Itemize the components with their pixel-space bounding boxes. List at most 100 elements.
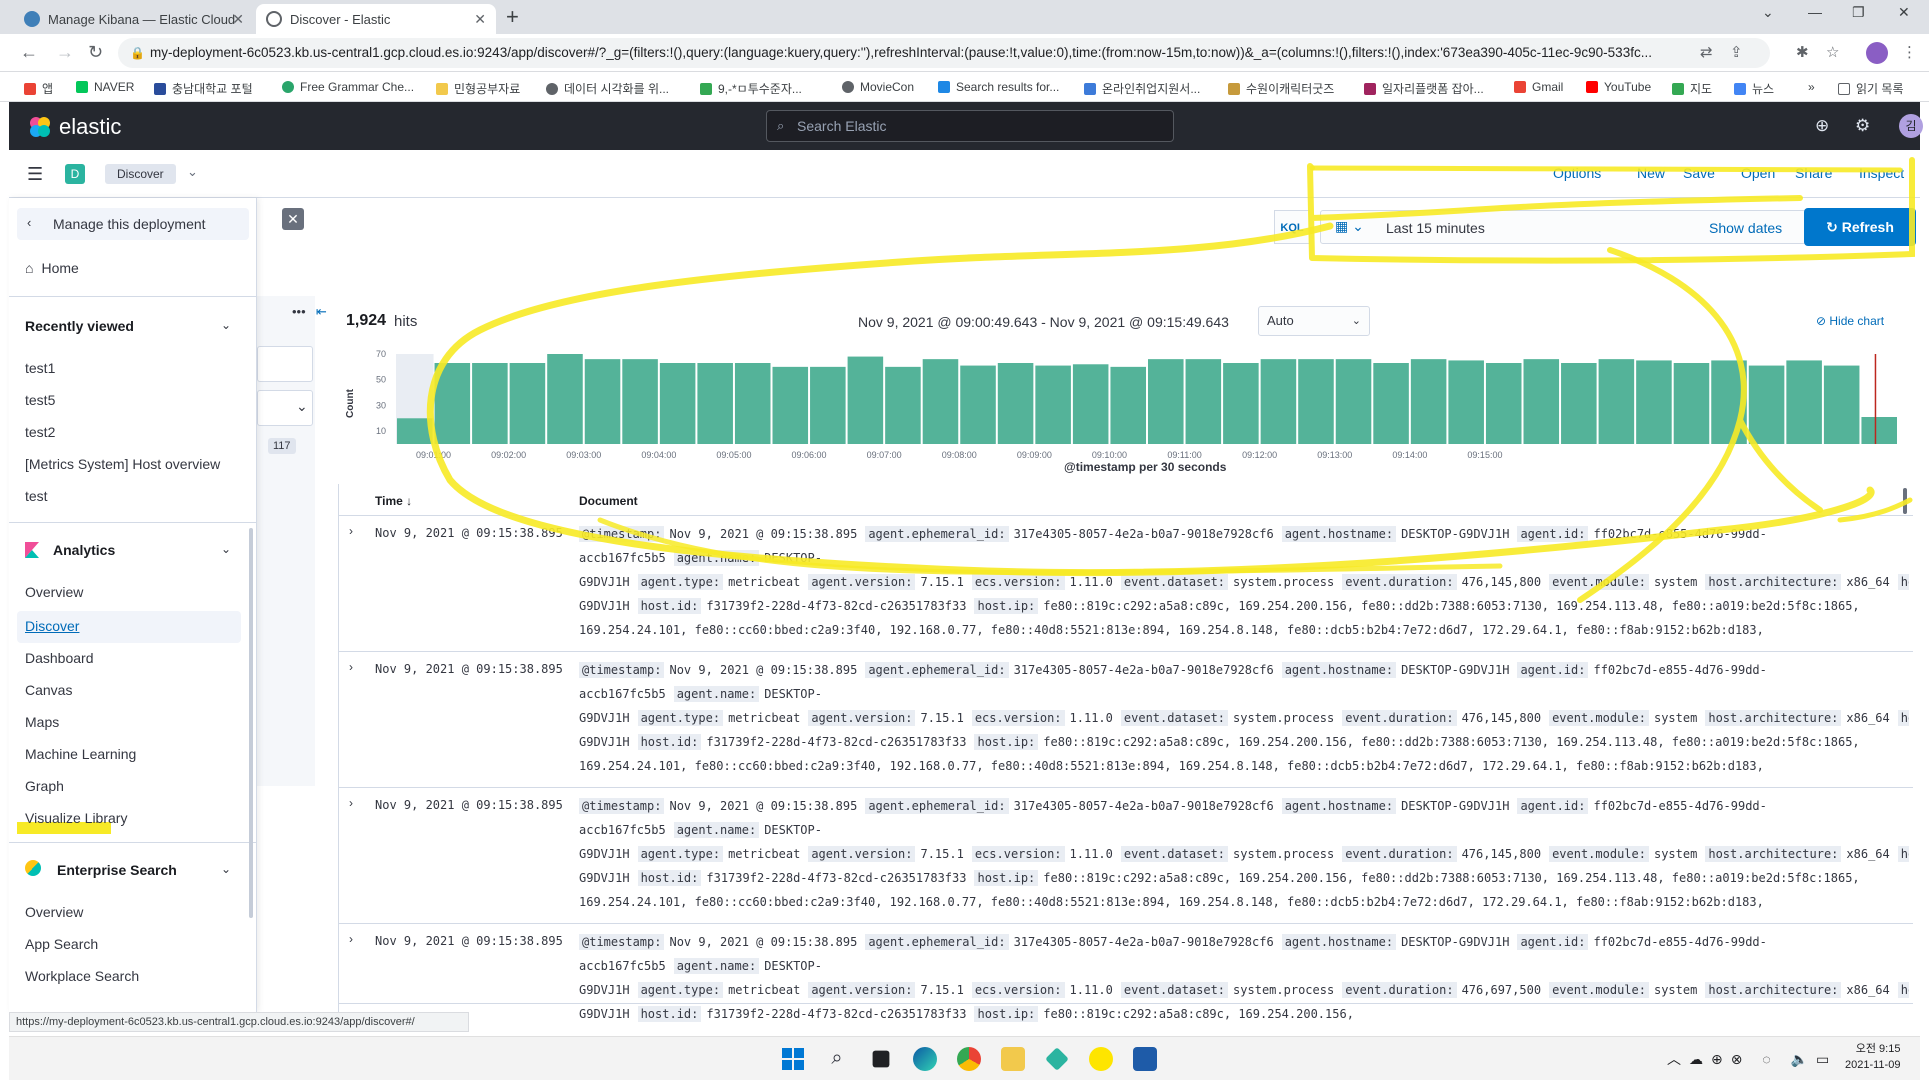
histogram-bar[interactable]: [1485, 363, 1522, 444]
expand-row-icon[interactable]: ›: [349, 524, 353, 538]
histogram-bar[interactable]: [1786, 360, 1822, 444]
sort-down-icon[interactable]: ↓: [403, 494, 412, 508]
hide-chart-button[interactable]: ⊘ Hide chart: [1816, 314, 1884, 328]
more-icon[interactable]: •••: [292, 304, 306, 319]
bookmark-data-viz[interactable]: 데이터 시각화를 위...: [546, 80, 669, 97]
histogram-bar[interactable]: [772, 366, 809, 444]
chevron-down-icon[interactable]: ⌄: [221, 862, 231, 876]
histogram-bar[interactable]: [1448, 360, 1484, 444]
chevron-down-icon[interactable]: ⌄: [187, 164, 198, 180]
time-range-label[interactable]: Last 15 minutes: [1386, 220, 1485, 236]
histogram-bar[interactable]: [1335, 359, 1372, 444]
expand-row-icon[interactable]: ›: [349, 660, 353, 674]
histogram-bar[interactable]: [1260, 359, 1297, 444]
task-view-icon[interactable]: [872, 1050, 890, 1068]
refresh-button[interactable]: ↻ Refresh: [1804, 208, 1916, 246]
minimize-icon[interactable]: —: [1808, 4, 1822, 20]
histogram-bar[interactable]: [1823, 365, 1860, 444]
nav-workplace-search[interactable]: Workplace Search: [25, 968, 139, 984]
bookmark-folder-study[interactable]: 민형공부자료: [436, 80, 520, 97]
nav-visualize-library[interactable]: Visualize Library: [25, 810, 127, 826]
nav-maps[interactable]: Maps: [25, 714, 59, 730]
browser-menu-icon[interactable]: ⋮: [1902, 43, 1917, 61]
translate-icon[interactable]: ⇄: [1700, 43, 1713, 61]
histogram-bar[interactable]: [734, 363, 771, 444]
expand-row-icon[interactable]: ›: [349, 932, 353, 946]
elastic-logo[interactable]: elastic: [27, 114, 121, 140]
histogram-bar[interactable]: [1636, 360, 1672, 444]
histogram-bar[interactable]: [1711, 360, 1747, 444]
bookmark-heart[interactable]: 9,-*ㅁ투수준자...: [700, 80, 802, 97]
nav-analytics-overview[interactable]: Overview: [25, 584, 83, 600]
bookmark-suwon[interactable]: 수원이캐릭터굿즈: [1228, 80, 1334, 97]
save-link[interactable]: Save: [1683, 165, 1715, 181]
table-scrollbar[interactable]: [1903, 488, 1907, 514]
histogram-bar[interactable]: [547, 354, 583, 444]
new-link[interactable]: New: [1637, 165, 1665, 181]
histogram-bar[interactable]: [1561, 363, 1597, 444]
expand-row-icon[interactable]: ›: [349, 796, 353, 810]
histogram-bar[interactable]: [1598, 359, 1635, 444]
extensions-icon[interactable]: ✱: [1796, 43, 1809, 61]
bookmark-search-results[interactable]: Search results for...: [938, 80, 1059, 94]
enterprise-search-title[interactable]: Enterprise Search: [57, 862, 177, 878]
chevron-down-icon[interactable]: ⌄: [221, 542, 231, 556]
date-picker[interactable]: ▦ ⌄ Last 15 minutes Show dates: [1320, 210, 1806, 244]
kakaotalk-icon[interactable]: [1089, 1047, 1113, 1071]
recent-item[interactable]: [Metrics System] Host overview: [25, 456, 220, 472]
recent-item[interactable]: test: [25, 488, 48, 504]
histogram-bar[interactable]: [847, 356, 884, 444]
url-field[interactable]: 🔒 my-deployment-6c0523.kb.us-central1.gc…: [118, 38, 1770, 68]
recent-item[interactable]: test1: [25, 360, 55, 376]
space-badge[interactable]: D: [65, 164, 85, 184]
chevron-down-icon[interactable]: ⌄: [296, 398, 308, 415]
browser-tab-discover[interactable]: Discover - Elastic ✕: [256, 4, 496, 34]
reload-icon[interactable]: ↻: [88, 42, 103, 63]
histogram-bar[interactable]: [1298, 359, 1334, 444]
bookmark-maps[interactable]: 지도: [1672, 80, 1712, 97]
chevron-down-icon[interactable]: ⌄: [221, 318, 231, 332]
collapse-icon[interactable]: ⇤: [316, 304, 327, 320]
bookmark-job-platform[interactable]: 일자리플랫폼 잡아...: [1364, 80, 1484, 97]
histogram-bar[interactable]: [659, 363, 696, 444]
bookmark-star-icon[interactable]: ☆: [1826, 43, 1839, 61]
histogram-bar[interactable]: [997, 363, 1034, 444]
more-bookmarks-icon[interactable]: »: [1808, 80, 1815, 94]
bookmark-online-apply[interactable]: 온라인취업지원서...: [1084, 80, 1200, 97]
field-search-input[interactable]: [257, 346, 313, 382]
histogram-chart[interactable]: 70 50 30 10 09:01:00 09:02:00 09:03:00 09:04:00…: [338, 342, 1912, 462]
taskbar-search-icon[interactable]: ⌕: [825, 1047, 849, 1071]
calendar-icon[interactable]: ▦ ⌄: [1335, 218, 1364, 235]
close-tab-icon[interactable]: ✕: [232, 11, 244, 28]
histogram-bar[interactable]: [1072, 364, 1109, 444]
bookmark-naver[interactable]: NAVER: [76, 80, 134, 94]
histogram-bar[interactable]: [697, 363, 733, 444]
close-flyout-button[interactable]: ✕: [282, 208, 304, 230]
news-feed-icon[interactable]: ⚙: [1855, 116, 1870, 136]
histogram-bar[interactable]: [1035, 365, 1071, 444]
histogram-bar[interactable]: [810, 366, 846, 444]
histogram-bar[interactable]: [1223, 363, 1259, 444]
bookmark-gmail[interactable]: Gmail: [1514, 80, 1563, 94]
histogram-bar[interactable]: [472, 363, 508, 444]
recent-item[interactable]: test5: [25, 392, 55, 408]
show-dates-link[interactable]: Show dates: [1709, 220, 1782, 236]
nav-discover[interactable]: Discover: [25, 618, 79, 634]
table-row[interactable]: › Nov 9, 2021 @ 09:15:38.895 @timestamp: No…: [339, 652, 1913, 788]
interval-select[interactable]: Auto ⌄: [1258, 306, 1370, 336]
tab-search-icon[interactable]: ⌄: [1762, 4, 1774, 21]
forward-icon[interactable]: →: [56, 42, 74, 63]
table-row[interactable]: › Nov 9, 2021 @ 09:15:38.895 @timestamp: No…: [339, 924, 1913, 1022]
histogram-bar[interactable]: [1110, 366, 1146, 444]
share-link[interactable]: Share: [1795, 165, 1832, 181]
recently-viewed-title[interactable]: Recently viewed: [25, 318, 134, 334]
recent-item[interactable]: test2: [25, 424, 55, 440]
home-link[interactable]: ⌂ Home: [25, 260, 79, 278]
app-icon[interactable]: [1045, 1047, 1069, 1071]
chrome-icon[interactable]: [957, 1047, 981, 1071]
histogram-bar[interactable]: [622, 359, 658, 444]
open-link[interactable]: Open: [1741, 165, 1775, 181]
system-clock[interactable]: 오전 9:15 2021-11-09: [1845, 1041, 1900, 1073]
table-row[interactable]: › Nov 9, 2021 @ 09:15:38.895 @timestamp: No…: [339, 788, 1913, 924]
histogram-bar[interactable]: [584, 359, 621, 444]
